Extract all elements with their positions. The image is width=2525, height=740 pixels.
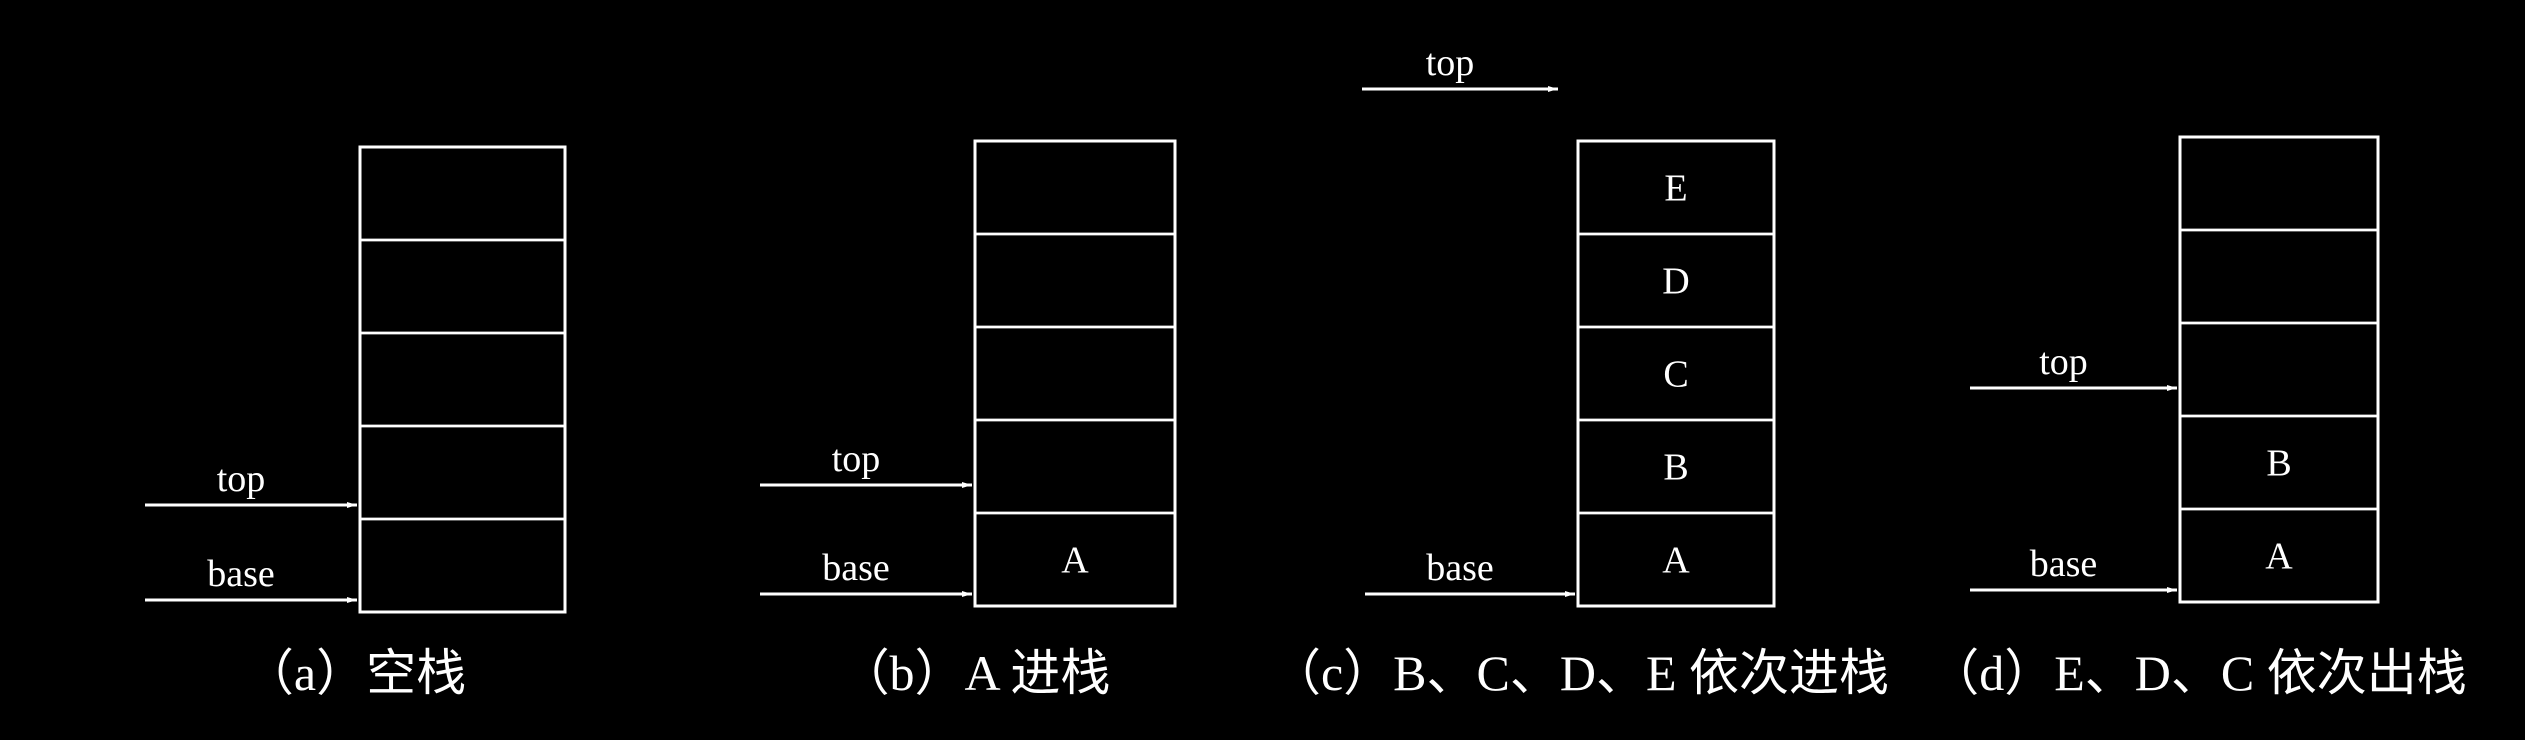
stack-cell-label: A — [2265, 536, 2293, 578]
stack-cell — [2178, 321, 2380, 418]
stack-frame — [2178, 135, 2380, 604]
base-pointer-label: base — [2030, 543, 2098, 585]
stack-cell-label: B — [1663, 447, 1688, 489]
stack-cell-label: E — [1664, 168, 1687, 210]
top-pointer-label: top — [217, 458, 266, 500]
stack-diagrams: top base （a）空栈 Atop base （b）A 进栈 A B C D Etop base （… — [145, 42, 2467, 701]
stack-cell — [973, 139, 1177, 236]
top-pointer-label: top — [832, 438, 881, 480]
stack-cell-label: D — [1662, 261, 1689, 303]
stack-diagram-b: Atop base （b）A 进栈 — [760, 139, 1177, 701]
stack-cell-label: A — [1061, 540, 1089, 582]
stack-cell — [973, 418, 1177, 515]
diagram-caption: （a）空栈 — [244, 645, 466, 701]
stack-cell — [358, 238, 567, 335]
stack-cell — [358, 517, 567, 614]
stack-frame — [973, 139, 1177, 608]
stack-cell — [2178, 228, 2380, 325]
stack-cell — [358, 331, 567, 428]
stack-cell-label: A — [1662, 540, 1690, 582]
top-pointer-label: top — [2039, 341, 2088, 383]
stack-cell — [973, 325, 1177, 422]
stack-cell-label: C — [1663, 354, 1688, 396]
base-pointer-label: base — [822, 547, 890, 589]
diagram-caption: （b）A 进栈 — [840, 645, 1111, 701]
stack-diagram-a: top base （a）空栈 — [145, 145, 567, 701]
stack-cell — [358, 145, 567, 242]
top-pointer-label: top — [1426, 42, 1475, 84]
stack-diagram-c: A B C D Etop base （c）B、C、D、E 依次进栈 — [1271, 42, 1889, 701]
stack-cell-label: B — [2266, 443, 2291, 485]
diagram-caption: （c）B、C、D、E 依次进栈 — [1271, 645, 1889, 701]
stack-frame — [358, 145, 567, 614]
stack-cell — [973, 232, 1177, 329]
stack-cell — [358, 424, 567, 521]
base-pointer-label: base — [1426, 547, 1494, 589]
diagram-caption: （d）E、D、C 依次出栈 — [1929, 645, 2467, 701]
stack-diagram-d: A Btop base （d）E、D、C 依次出栈 — [1929, 135, 2467, 701]
stack-cell — [2178, 135, 2380, 232]
base-pointer-label: base — [207, 553, 275, 595]
